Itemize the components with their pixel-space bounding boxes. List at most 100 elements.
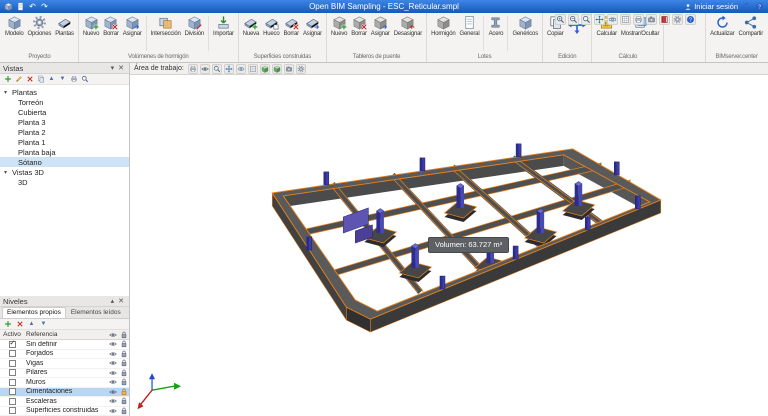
table-row[interactable]: Superficies construidas xyxy=(0,406,129,416)
tree-item-planta3[interactable]: Planta 3 xyxy=(0,117,129,127)
zoom-in-icon[interactable] xyxy=(555,14,566,25)
pan-icon[interactable] xyxy=(594,14,605,25)
interseccion-button[interactable]: Intersección xyxy=(149,14,183,38)
lock-icon[interactable] xyxy=(118,407,129,415)
save-icon[interactable] xyxy=(16,2,25,11)
actualizar-button[interactable]: Actualizar xyxy=(708,14,736,38)
snapshot-icon[interactable] xyxy=(283,63,294,74)
activo-checkbox[interactable] xyxy=(8,369,16,377)
tree-item-plantabaja[interactable]: Planta baja xyxy=(0,147,129,157)
visibility-icon[interactable] xyxy=(107,350,118,358)
tree-item-planta1[interactable]: Planta 1 xyxy=(0,137,129,147)
lock-icon[interactable] xyxy=(118,397,129,405)
table-row[interactable]: Forjados xyxy=(0,349,129,359)
tablero-asignar-button[interactable]: Asignar xyxy=(369,14,392,38)
activo-checkbox[interactable] xyxy=(8,407,16,415)
visibility-icon[interactable] xyxy=(107,388,118,396)
print-icon[interactable] xyxy=(187,63,198,74)
plan-views-icon[interactable] xyxy=(259,63,270,74)
expander-icon[interactable]: ▾ xyxy=(4,89,12,96)
new-view-icon[interactable] xyxy=(3,75,12,84)
visibility-icon[interactable] xyxy=(107,397,118,405)
search-view-icon[interactable] xyxy=(80,75,89,84)
grid-icon[interactable] xyxy=(247,63,258,74)
hueco-button[interactable]: Hueco xyxy=(261,14,281,38)
activo-checkbox[interactable] xyxy=(8,359,16,367)
lock-icon[interactable] xyxy=(118,378,129,386)
tree-item-3d[interactable]: 3D xyxy=(0,177,129,187)
iso-views-icon[interactable] xyxy=(271,63,282,74)
app-icon[interactable] xyxy=(4,2,13,11)
visibility-icon[interactable] xyxy=(107,378,118,386)
lock-icon[interactable] xyxy=(118,340,129,348)
visibility-icon[interactable] xyxy=(107,407,118,415)
manual-icon[interactable] xyxy=(659,14,670,25)
move-row-up-icon[interactable]: ▲ xyxy=(27,320,36,329)
lock-icon[interactable] xyxy=(118,388,129,396)
panel-close-icon[interactable]: ✕ xyxy=(116,297,126,306)
move-up-icon[interactable]: ▲ xyxy=(47,75,56,84)
modelo-button[interactable]: Modelo xyxy=(3,14,25,38)
tablero-nuevo-button[interactable]: Nuevo xyxy=(329,14,349,38)
tree-group-vistas3d[interactable]: ▾ Vistas 3D xyxy=(0,167,129,177)
orbit-icon[interactable] xyxy=(607,14,618,25)
tree-item-planta2[interactable]: Planta 2 xyxy=(0,127,129,137)
plantas-button[interactable]: Plantas xyxy=(53,14,76,38)
opciones-button[interactable]: Opciones xyxy=(25,14,53,38)
delete-view-icon[interactable] xyxy=(25,75,34,84)
orbit-icon[interactable] xyxy=(235,63,246,74)
activo-checkbox[interactable] xyxy=(8,397,16,405)
visibility-icon[interactable] xyxy=(107,359,118,367)
visibility-icon[interactable] xyxy=(107,340,118,348)
preview-icon[interactable] xyxy=(199,63,210,74)
move-down-icon[interactable]: ▼ xyxy=(58,75,67,84)
activo-checkbox[interactable] xyxy=(8,350,16,358)
zoom-extents-icon[interactable] xyxy=(211,63,222,74)
zoom-window-icon[interactable] xyxy=(581,14,592,25)
division-button[interactable]: División xyxy=(183,14,206,38)
pan-icon[interactable] xyxy=(223,63,234,74)
tree-group-plantas[interactable]: ▾ Plantas xyxy=(0,87,129,97)
lote-hormigon-button[interactable]: Hormigón xyxy=(429,14,457,38)
activo-checkbox[interactable] xyxy=(8,340,16,348)
lock-icon[interactable] xyxy=(118,369,129,377)
login-button[interactable]: Iniciar sesión xyxy=(684,2,738,11)
panel-close-icon[interactable]: ✕ xyxy=(116,64,126,73)
volumen-borrar-button[interactable]: Borrar xyxy=(101,14,120,38)
delete-row-icon[interactable] xyxy=(15,320,24,329)
volumen-asignar-button[interactable]: Asignar xyxy=(121,14,144,38)
table-row[interactable]: Sin definir xyxy=(0,340,129,350)
edit-view-icon[interactable] xyxy=(14,75,23,84)
panel-menu-icon[interactable]: ▾ xyxy=(109,64,117,73)
lote-acero-button[interactable]: Acero xyxy=(486,14,505,38)
tree-item-cubierta[interactable]: Cubierta xyxy=(0,107,129,117)
help-icon[interactable] xyxy=(755,2,764,11)
redo-icon[interactable]: ↷ xyxy=(40,2,49,11)
print-view-icon[interactable] xyxy=(69,75,78,84)
snapshot-icon[interactable] xyxy=(646,14,657,25)
tablero-desasignar-button[interactable]: Desasignar xyxy=(392,14,424,38)
superficie-nueva-button[interactable]: Nueva xyxy=(241,14,261,38)
expander-icon[interactable]: ▾ xyxy=(4,169,12,176)
tree-item-torreon[interactable]: Torreón xyxy=(0,97,129,107)
table-row[interactable]: Muros xyxy=(0,378,129,388)
lock-icon[interactable] xyxy=(118,359,129,367)
lote-general-button[interactable]: General xyxy=(458,14,482,38)
lock-icon[interactable] xyxy=(118,350,129,358)
importar-button[interactable]: Importar xyxy=(211,14,236,38)
table-row-cimentaciones[interactable]: Cimentaciones xyxy=(0,387,129,397)
settings-icon[interactable] xyxy=(672,14,683,25)
add-row-icon[interactable] xyxy=(3,320,12,329)
duplicate-view-icon[interactable] xyxy=(36,75,45,84)
help-icon[interactable] xyxy=(685,14,696,25)
table-row[interactable]: Pilares xyxy=(0,368,129,378)
move-row-down-icon[interactable]: ▼ xyxy=(39,320,48,329)
lote-genericos-button[interactable]: Genéricos xyxy=(510,14,540,38)
compartir-button[interactable]: Compartir xyxy=(736,14,765,38)
volumen-nuevo-button[interactable]: Nuevo xyxy=(81,14,101,38)
table-row[interactable]: Vigas xyxy=(0,359,129,369)
table-row[interactable]: Escaleras xyxy=(0,397,129,407)
panel-collapse-icon[interactable]: ▴ xyxy=(109,297,117,306)
tab-elementos-leidos[interactable]: Elementos leídos xyxy=(66,307,126,318)
undo-icon[interactable]: ↶ xyxy=(28,2,37,11)
